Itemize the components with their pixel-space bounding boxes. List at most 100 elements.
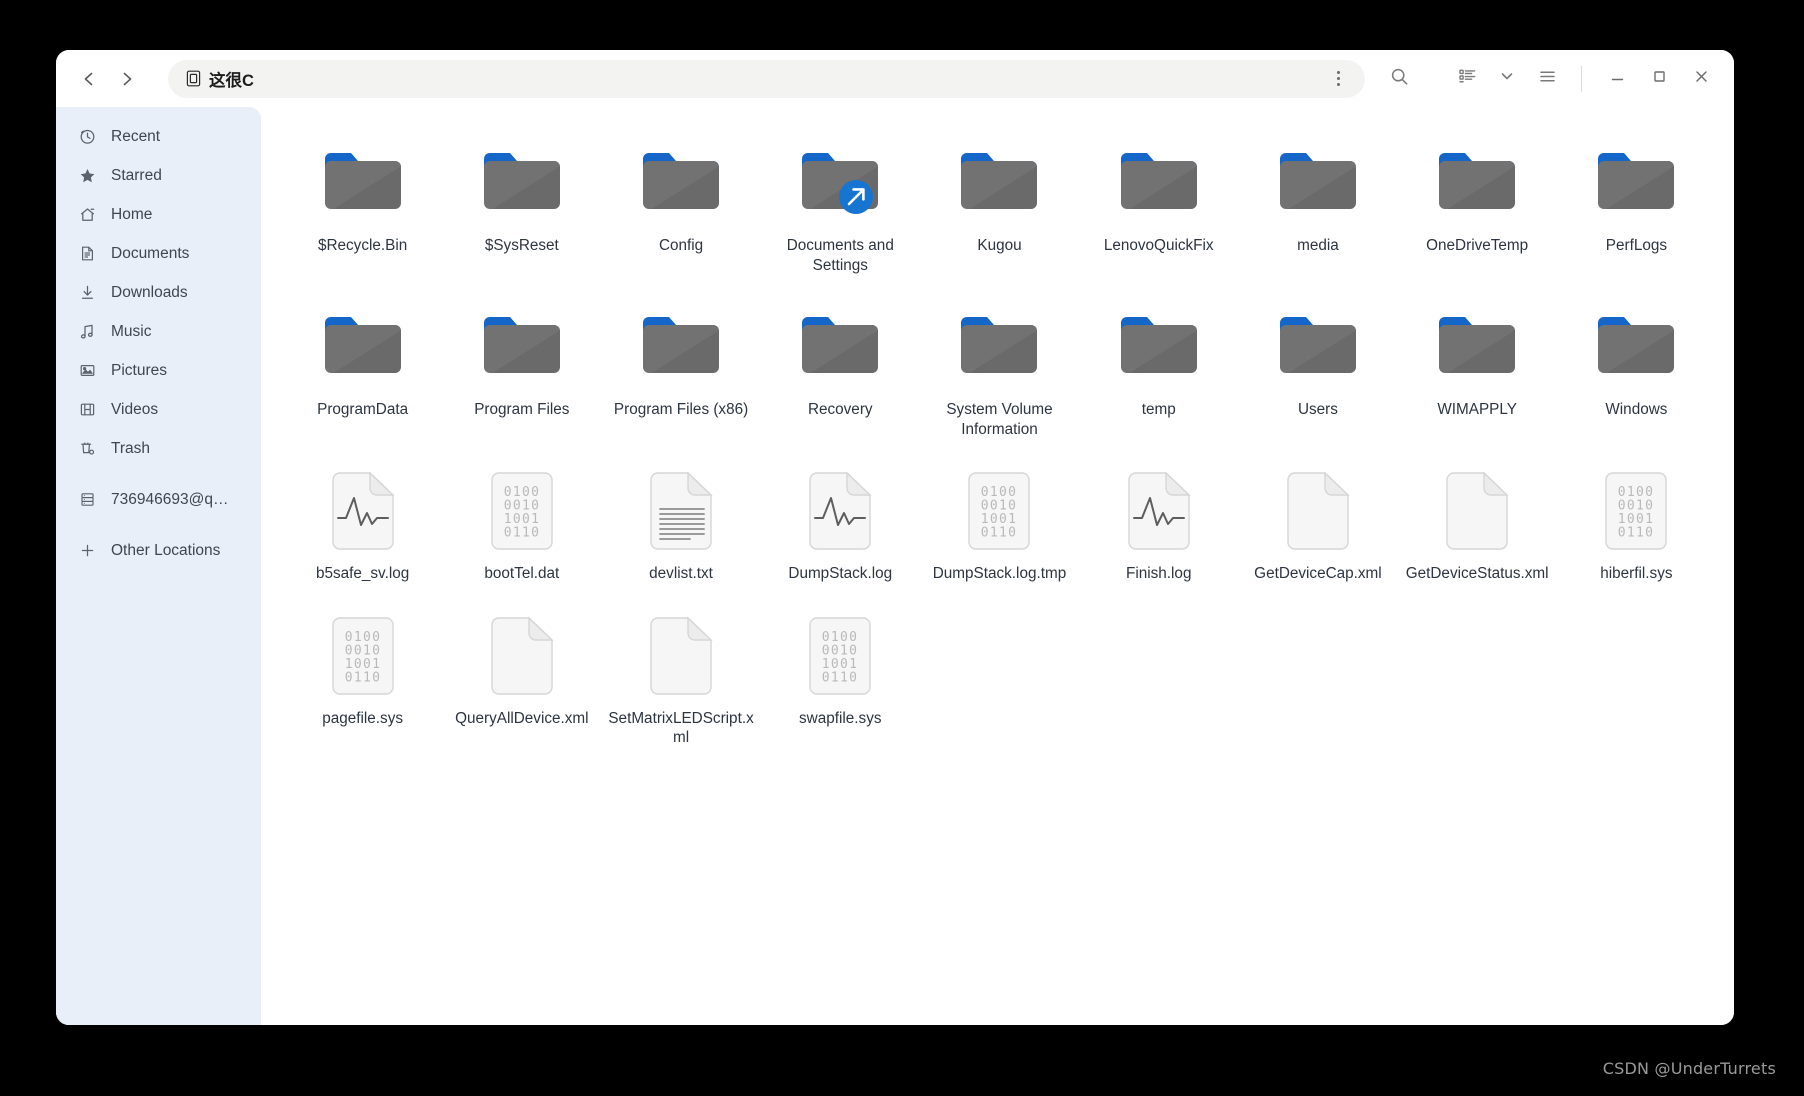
main-menu-button[interactable] (1529, 62, 1565, 96)
file-item[interactable]: LenovoQuickFix (1079, 129, 1238, 283)
file-item[interactable]: GetDeviceCap.xml (1238, 457, 1397, 592)
view-options-button[interactable] (1489, 62, 1525, 96)
sidebar-item-label: Other Locations (111, 541, 221, 559)
file-item[interactable]: QueryAllDevice.xml (442, 602, 601, 756)
file-item[interactable]: 0100 0010 1001 0110 swapfile.sys (761, 602, 920, 756)
sidebar-item-music[interactable]: Music (66, 312, 251, 351)
search-button[interactable] (1381, 62, 1417, 96)
file-label: Kugou (977, 237, 1022, 254)
file-item[interactable]: 0100 0010 1001 0110 hiberfil.sys (1557, 457, 1716, 592)
file-item[interactable]: System Volume Information (920, 293, 1079, 447)
sidebar-item-videos[interactable]: Videos (66, 390, 251, 429)
sidebar-item-device[interactable]: 736946693@q… (66, 480, 251, 519)
file-item[interactable]: GetDeviceStatus.xml (1398, 457, 1557, 592)
file-icon (1429, 463, 1525, 559)
file-icon (474, 608, 570, 704)
watermark: CSDN @UnderTurrets (1602, 1059, 1776, 1078)
file-item[interactable]: $SysReset (442, 129, 601, 283)
folder-icon (802, 317, 879, 374)
file-icon (1111, 463, 1207, 559)
file-label: Program Files (474, 401, 570, 419)
file-item[interactable]: b5safe_sv.log (283, 457, 442, 592)
file-item[interactable]: DumpStack.log (761, 457, 920, 592)
file-item[interactable]: Finish.log (1079, 457, 1238, 592)
path-menu-button[interactable] (1325, 65, 1351, 93)
file-label: swapfile.sys (799, 709, 882, 727)
file-icon (315, 463, 411, 559)
home-icon (78, 206, 97, 223)
file-item[interactable]: Program Files (442, 293, 601, 447)
path-bar[interactable]: 这很C (168, 59, 1365, 98)
folder-icon (1588, 299, 1684, 395)
folder-icon (1111, 135, 1207, 231)
file-item[interactable]: Users (1238, 293, 1397, 447)
breadcrumb[interactable]: 这很C (186, 67, 254, 91)
file-item[interactable]: Program Files (x86) (601, 293, 760, 447)
folder-icon (792, 299, 888, 395)
file-label: Finish.log (1125, 565, 1192, 583)
file-icon (792, 463, 888, 559)
folder-icon (633, 135, 729, 231)
sidebar-item-documents[interactable]: Documents (66, 234, 251, 273)
file-item[interactable]: devlist.txt (601, 457, 760, 592)
folder-icon (315, 135, 411, 231)
file-item[interactable]: Recovery (761, 293, 920, 447)
folder-icon (483, 317, 560, 374)
vertical-dots-icon (1336, 70, 1340, 87)
file-icon: 0100 0010 1001 0110 (792, 608, 888, 704)
file-manager-window: 这很C Recent Starred Home Documents Downlo… (56, 50, 1734, 1025)
maximize-button[interactable] (1640, 62, 1678, 96)
file-item[interactable]: OneDriveTemp (1398, 129, 1557, 283)
sidebar-item-starred[interactable]: Starred (66, 156, 251, 195)
folder-icon (1279, 153, 1356, 209)
sidebar-item-trash[interactable]: Trash (66, 429, 251, 468)
file-label: ProgramData (317, 401, 409, 419)
file-item[interactable]: 0100 0010 1001 0110 bootTel.dat (442, 457, 601, 592)
file-item[interactable]: Documents and Settings (761, 129, 920, 283)
file-item[interactable]: temp (1079, 293, 1238, 447)
trash-icon (78, 440, 97, 457)
minimize-icon (1609, 68, 1626, 90)
file-item[interactable]: Config (601, 129, 760, 283)
list-view-button[interactable] (1449, 62, 1485, 96)
folder-icon (951, 135, 1047, 231)
file-item[interactable]: Windows (1557, 293, 1716, 447)
music-note-icon (78, 323, 97, 340)
file-item[interactable]: 0100 0010 1001 0110 pagefile.sys (283, 602, 442, 756)
symlink-badge-icon (839, 180, 874, 214)
film-icon (78, 401, 97, 418)
file-item[interactable]: WIMAPPLY (1398, 293, 1557, 447)
close-button[interactable] (1682, 62, 1720, 96)
sidebar-item-recent[interactable]: Recent (66, 117, 251, 156)
file-icon: 0100 0010 1001 0110 (315, 608, 411, 704)
file-label: GetDeviceCap.xml (1254, 565, 1382, 583)
file-item[interactable]: 0100 0010 1001 0110 DumpStack.log.tmp (920, 457, 1079, 592)
file-item[interactable]: $Recycle.Bin (283, 129, 442, 283)
sidebar-item-downloads[interactable]: Downloads (66, 273, 251, 312)
file-item[interactable]: PerfLogs (1557, 129, 1716, 283)
file-label: PerfLogs (1605, 237, 1667, 254)
sidebar: Recent Starred Home Documents Downloads … (56, 107, 261, 1025)
sidebar-item-home[interactable]: Home (66, 195, 251, 234)
back-button[interactable] (72, 62, 106, 96)
file-label: hiberfil.sys (1600, 565, 1673, 583)
file-label: $Recycle.Bin (317, 237, 408, 254)
folder-icon (961, 153, 1038, 209)
sidebar-item-other-locations[interactable]: Other Locations (66, 531, 251, 570)
sidebar-item-label: Downloads (111, 283, 188, 301)
document-icon (78, 245, 97, 262)
folder-icon (961, 317, 1038, 374)
clock-icon (78, 128, 97, 145)
sidebar-item-label: Documents (111, 244, 190, 262)
sidebar-item-pictures[interactable]: Pictures (66, 351, 251, 390)
file-label: SetMatrixLEDScript.xml (608, 709, 754, 747)
file-item[interactable]: media (1238, 129, 1397, 283)
folder-icon (1429, 299, 1525, 395)
minimize-button[interactable] (1598, 62, 1636, 96)
file-item[interactable]: SetMatrixLEDScript.xml (601, 602, 760, 756)
file-item[interactable]: ProgramData (283, 293, 442, 447)
svg-text:0110: 0110 (1618, 526, 1655, 541)
file-item[interactable]: Kugou (920, 129, 1079, 283)
file-grid-area[interactable]: $Recycle.Bin $SysReset Config Documents … (261, 107, 1734, 1025)
forward-button[interactable] (110, 62, 144, 96)
